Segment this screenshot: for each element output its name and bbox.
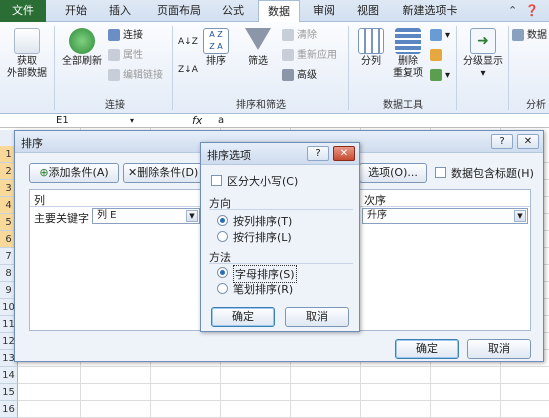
- tab-view[interactable]: 视图: [350, 0, 386, 22]
- link-icon: [108, 29, 120, 41]
- what-if-button[interactable]: ▾: [430, 68, 450, 84]
- case-sensitive-label: 区分大小写(C): [227, 175, 299, 188]
- column-select[interactable]: 列 E ▼: [92, 208, 200, 224]
- row-header[interactable]: 14: [0, 367, 18, 384]
- formula-bar: E1 ▾ fx a: [0, 114, 549, 128]
- advanced-button[interactable]: 高级: [282, 68, 317, 84]
- tab-review[interactable]: 审阅: [306, 0, 342, 22]
- close-button[interactable]: ✕: [333, 146, 355, 161]
- outline-icon: ➜: [470, 28, 496, 54]
- sort-button[interactable]: A ZZ A 排序: [200, 28, 232, 68]
- grid-line: [18, 366, 549, 367]
- add-level-icon: ⊕: [39, 166, 49, 179]
- consolidate-button[interactable]: [430, 48, 445, 64]
- tab-file[interactable]: 文件: [0, 0, 46, 22]
- data-analysis-button[interactable]: 数据: [512, 28, 547, 44]
- sort-left-to-right-radio[interactable]: [217, 231, 228, 242]
- database-icon: [14, 28, 40, 54]
- properties-icon: [108, 49, 120, 61]
- delete-level-icon: ✕: [128, 166, 138, 179]
- text-to-columns-button[interactable]: 分列: [354, 28, 388, 68]
- what-if-icon: [430, 69, 442, 81]
- sort-options-dialog: 排序选项 ? ✕ 区分大小写(C) 方向 按列排序(T) 按行排序(L) 方法 …: [200, 142, 360, 332]
- reapply-icon: [282, 49, 294, 61]
- help-button[interactable]: ?: [491, 134, 513, 149]
- group-label-analysis: 分析: [526, 100, 546, 111]
- stroke-sort-radio[interactable]: [217, 283, 228, 294]
- remove-duplicates-icon: [395, 28, 421, 54]
- tab-home[interactable]: 开始: [56, 0, 96, 22]
- grid-line: [18, 400, 549, 401]
- sort-descending-icon: Z↓A: [178, 65, 198, 75]
- edit-links-button[interactable]: 编辑链接: [108, 68, 163, 84]
- advanced-filter-icon: [282, 69, 294, 81]
- grid-line: [18, 383, 549, 384]
- connections-button[interactable]: 连接: [108, 28, 143, 44]
- tab-formulas[interactable]: 公式: [214, 0, 252, 22]
- data-validation-icon: [430, 29, 442, 41]
- sort-by-label: 主要关键字: [34, 212, 89, 225]
- fx-icon[interactable]: fx: [192, 114, 202, 128]
- data-validation-button[interactable]: ▾: [430, 28, 450, 44]
- sort-ascending-icon: A↓Z: [178, 37, 198, 47]
- data-analysis-icon: [512, 29, 524, 41]
- tab-insert[interactable]: 插入: [100, 0, 140, 22]
- name-box-dropdown-icon[interactable]: ▾: [130, 114, 134, 128]
- clear-filter-icon: [282, 29, 294, 41]
- options-ok-button[interactable]: 确定: [211, 307, 275, 327]
- options-button[interactable]: 选项(O)...: [359, 163, 427, 183]
- group-label-connections: 连接: [105, 100, 125, 111]
- letter-sort-radio[interactable]: [217, 267, 228, 278]
- outline-button[interactable]: ➜ 分级显示 ▾: [460, 28, 506, 80]
- tab-data[interactable]: 数据: [258, 0, 300, 23]
- ribbon-tab-bar: 文件 开始 插入 页面布局 公式 数据 审阅 视图 新建选项卡 ⌃ ❓: [0, 0, 549, 23]
- options-cancel-button[interactable]: 取消: [285, 307, 349, 327]
- has-headers-label: 数据包含标题(H): [451, 167, 534, 180]
- ribbon-data: 获取 外部数据 全部刷新 连接 属性 编辑链接 连接 A↓Z Z↓A A ZZ …: [0, 22, 549, 114]
- group-label-sort-filter: 排序和筛选: [236, 100, 286, 111]
- get-external-data-button[interactable]: 获取 外部数据: [2, 28, 52, 80]
- edit-links-icon: [108, 69, 120, 81]
- remove-duplicates-button[interactable]: 删除 重复项: [390, 28, 426, 80]
- row-header[interactable]: 15: [0, 384, 18, 401]
- order-select[interactable]: 升序 ▼: [362, 208, 528, 224]
- refresh-all-button[interactable]: 全部刷新: [58, 28, 106, 68]
- help-icon[interactable]: ❓: [525, 4, 539, 17]
- filter-icon: [245, 28, 271, 50]
- name-box[interactable]: E1: [52, 114, 142, 128]
- filter-button[interactable]: 筛选: [240, 28, 276, 68]
- close-button[interactable]: ✕: [517, 134, 539, 149]
- stroke-sort-label: 笔划排序(R): [233, 283, 294, 296]
- delete-level-button[interactable]: ✕删除条件(D): [123, 163, 205, 183]
- sort-descending-button[interactable]: Z↓A: [178, 62, 198, 78]
- sort-icon: A ZZ A: [203, 28, 229, 54]
- case-sensitive-checkbox[interactable]: [211, 175, 222, 186]
- sort-dialog-title: 排序: [21, 137, 43, 150]
- clear-button[interactable]: 清除: [282, 28, 317, 44]
- reapply-button[interactable]: 重新应用: [282, 48, 337, 64]
- sort-cancel-button[interactable]: 取消: [467, 339, 531, 359]
- consolidate-icon: [430, 49, 442, 61]
- tab-page-layout[interactable]: 页面布局: [148, 0, 210, 22]
- help-button[interactable]: ?: [307, 146, 329, 161]
- sort-left-to-right-label: 按行排序(L): [233, 231, 292, 244]
- minimize-ribbon-icon[interactable]: ⌃: [508, 4, 517, 17]
- tab-new[interactable]: 新建选项卡: [396, 0, 464, 22]
- sort-ok-button[interactable]: 确定: [395, 339, 459, 359]
- sort-ascending-button[interactable]: A↓Z: [178, 34, 198, 50]
- sort-top-to-bottom-label: 按列排序(T): [233, 215, 293, 228]
- row-header[interactable]: 16: [0, 401, 18, 418]
- formula-input[interactable]: a: [218, 114, 224, 128]
- chevron-down-icon: ▼: [514, 210, 526, 222]
- has-headers-checkbox[interactable]: [435, 167, 446, 178]
- chevron-down-icon: ▼: [186, 210, 198, 222]
- text-to-columns-icon: [358, 28, 384, 54]
- refresh-icon: [69, 28, 95, 54]
- properties-button[interactable]: 属性: [108, 48, 143, 64]
- group-label-data-tools: 数据工具: [383, 100, 423, 111]
- sort-top-to-bottom-radio[interactable]: [217, 215, 228, 226]
- add-level-button[interactable]: ⊕添加条件(A): [29, 163, 119, 183]
- sort-options-title: 排序选项: [207, 149, 251, 162]
